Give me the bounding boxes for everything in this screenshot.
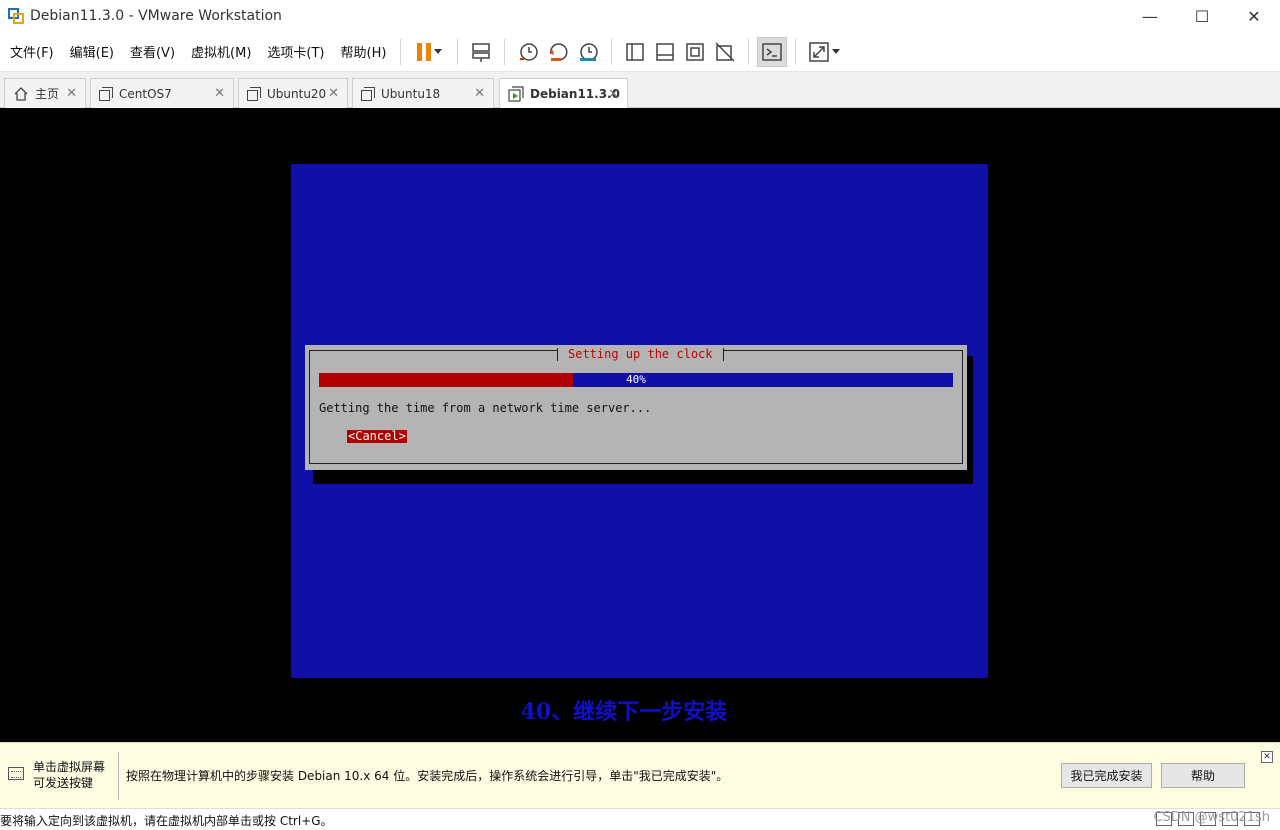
vmware-logo-icon <box>8 8 24 24</box>
keyboard-icon <box>8 767 24 780</box>
vm-icon <box>361 86 375 101</box>
close-tab-icon[interactable]: ✕ <box>608 87 619 102</box>
toolbar-separator <box>748 38 750 65</box>
tab-label: 主页 <box>35 87 60 101</box>
unity-disabled-icon <box>715 41 735 62</box>
status-text: 要将输入定向到该虚拟机，请在虚拟机内部单击或按 Ctrl+G。 <box>0 814 333 828</box>
menu-toolbar: 文件(F) 编辑(E) 查看(V) 虚拟机(M) 选项卡(T) 帮助(H) <box>0 32 1280 72</box>
step-caption: 40、继续下一步安装 <box>520 699 728 725</box>
menu-file[interactable]: 文件(F) <box>4 42 60 61</box>
hint-divider <box>118 752 119 800</box>
progress-label: 40% <box>626 373 646 386</box>
snapshot-take-button[interactable] <box>513 37 543 67</box>
cancel-button[interactable]: <Cancel> <box>347 430 407 443</box>
toolbar-separator <box>795 38 797 65</box>
chevron-down-icon <box>434 49 443 54</box>
click-screen-hint: 单击虚拟屏幕 可发送按键 <box>33 759 105 791</box>
pause-button[interactable] <box>409 37 449 67</box>
tab-label: Ubuntu20 <box>267 86 327 101</box>
chevron-down-icon <box>832 49 841 54</box>
stretch-view-button[interactable] <box>804 37 844 67</box>
show-library-button[interactable] <box>620 37 650 67</box>
console-icon <box>762 42 783 61</box>
snapshot-manager-icon <box>580 42 599 61</box>
minimize-button[interactable]: — <box>1124 0 1176 32</box>
close-hint-icon[interactable]: ✕ <box>1261 751 1273 763</box>
tab-debian11[interactable]: Debian11.3.0 ✕ <box>499 78 628 109</box>
toolbar-separator <box>400 38 402 65</box>
status-bar: 要将输入定向到该虚拟机，请在虚拟机内部单击或按 Ctrl+G。 CSDN @ws… <box>0 808 1280 830</box>
tab-ubuntu20[interactable]: Ubuntu20 ✕ <box>238 78 348 108</box>
close-tab-icon[interactable]: ✕ <box>474 86 485 101</box>
fullscreen-icon <box>686 42 705 61</box>
toolbar-separator <box>504 38 506 65</box>
progress-bar: 40% <box>319 373 953 387</box>
hint-line: 单击虚拟屏幕 <box>33 760 106 774</box>
home-icon <box>14 86 28 101</box>
unity-button[interactable] <box>710 37 740 67</box>
dialog-title: Setting up the clock <box>557 348 724 361</box>
thumbnail-layout-icon <box>656 42 675 61</box>
vm-icon <box>247 86 261 101</box>
maximize-button[interactable]: ☐ <box>1176 0 1228 32</box>
console-view-button[interactable] <box>757 36 788 67</box>
vm-running-icon <box>508 86 524 102</box>
tab-label: Debian11.3.0 <box>530 87 620 101</box>
toolbar-separator <box>457 38 459 65</box>
menu-tabs[interactable]: 选项卡(T) <box>261 42 330 61</box>
menu-edit[interactable]: 编辑(E) <box>64 42 120 61</box>
menu-view[interactable]: 查看(V) <box>124 42 181 61</box>
full-screen-button[interactable] <box>680 37 710 67</box>
close-tab-icon[interactable]: ✕ <box>66 86 77 101</box>
snapshot-revert-icon <box>549 42 568 61</box>
snapshot-clock-icon <box>520 42 539 61</box>
title-bar: Debian11.3.0 - VMware Workstation — ☐ ✕ <box>0 0 1280 32</box>
window-title: Debian11.3.0 - VMware Workstation <box>30 8 282 24</box>
tab-bar: 主页 ✕ CentOS7 ✕ Ubuntu20 ✕ Ubuntu18 ✕ Deb… <box>0 72 1280 109</box>
menu-vm[interactable]: 虚拟机(M) <box>185 42 257 61</box>
help-button[interactable]: 帮助 <box>1161 763 1245 788</box>
toolbar-separator <box>611 38 613 65</box>
vm-icon <box>99 86 113 101</box>
install-complete-button[interactable]: 我已完成安装 <box>1061 763 1152 788</box>
vm-console-screen[interactable]: Setting up the clock 40% Getting the tim… <box>0 108 1280 742</box>
pause-icon <box>417 42 432 61</box>
network-keyboard-icon <box>472 42 491 62</box>
tab-label: Ubuntu18 <box>381 86 441 101</box>
menu-help[interactable]: 帮助(H) <box>335 42 393 61</box>
close-tab-icon[interactable]: ✕ <box>328 86 339 101</box>
install-hint-bar: 单击虚拟屏幕 可发送按键 按照在物理计算机中的步骤安装 Debian 10.x … <box>0 742 1280 808</box>
close-window-button[interactable]: ✕ <box>1228 0 1280 32</box>
sidebar-layout-icon <box>626 42 645 61</box>
close-tab-icon[interactable]: ✕ <box>214 86 225 101</box>
snapshot-manager-button[interactable] <box>573 37 603 67</box>
tab-centos7[interactable]: CentOS7 ✕ <box>90 78 234 108</box>
hint-line: 可发送按键 <box>33 776 94 790</box>
tab-home[interactable]: 主页 ✕ <box>4 78 86 108</box>
install-instructions: 按照在物理计算机中的步骤安装 Debian 10.x 64 位。安装完成后，操作… <box>126 769 729 783</box>
tab-label: CentOS7 <box>119 86 172 101</box>
status-message: Getting the time from a network time ser… <box>319 401 652 415</box>
watermark: CSDN @wst021sh <box>1153 810 1270 825</box>
stretch-icon <box>809 41 830 62</box>
show-thumbnail-button[interactable] <box>650 37 680 67</box>
installer-dialog: Setting up the clock 40% Getting the tim… <box>305 345 967 470</box>
tab-ubuntu18[interactable]: Ubuntu18 ✕ <box>352 78 494 108</box>
send-ctrl-alt-del-button[interactable] <box>466 37 496 67</box>
snapshot-revert-button[interactable] <box>543 37 573 67</box>
